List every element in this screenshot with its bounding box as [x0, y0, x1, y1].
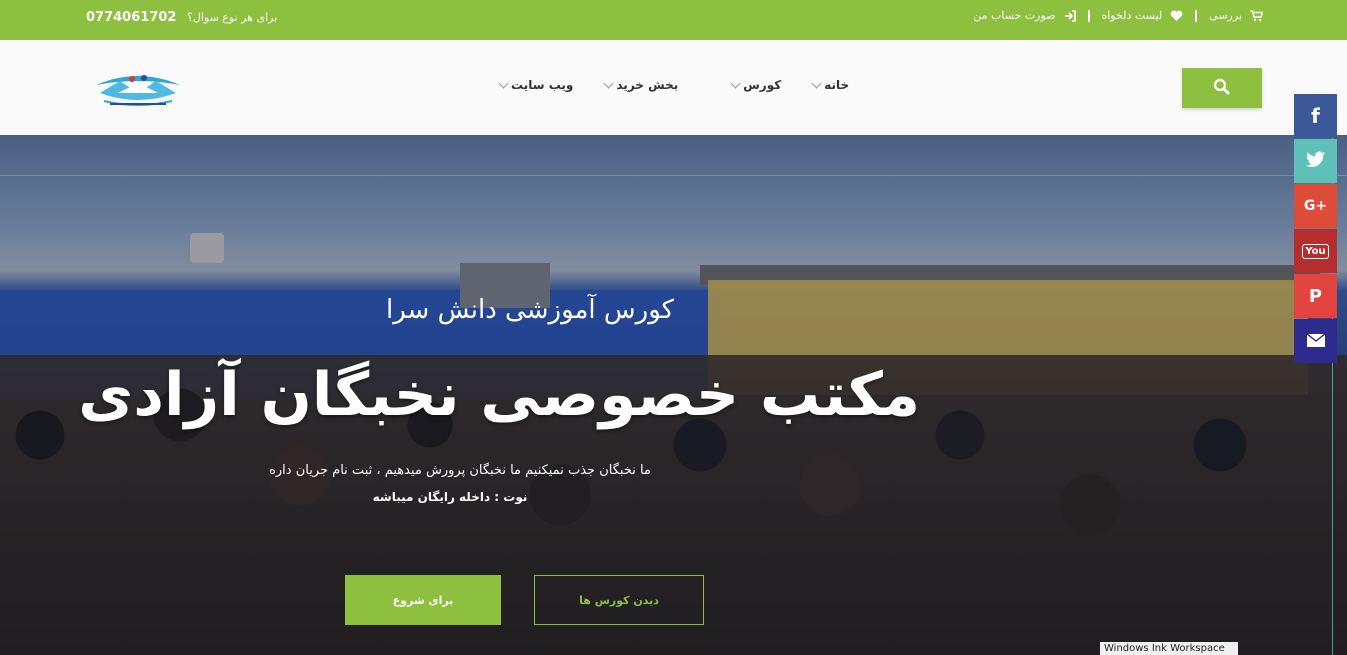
sign-in-icon: [1064, 9, 1076, 22]
chevron-down-icon: [730, 78, 741, 88]
chevron-down-icon: [603, 78, 614, 88]
cart-icon: [1250, 9, 1263, 22]
checkout-label: بررسی: [1209, 9, 1242, 22]
youtube-icon: You: [1302, 243, 1329, 259]
main-navigation: خانه کورس بخش خرید ویب سایت: [498, 78, 850, 92]
divider: [1195, 9, 1198, 22]
account-links: صورت حساب من لیست دلخواه بررسی: [973, 9, 1263, 22]
search-icon: [1213, 78, 1231, 99]
chevron-down-icon: [811, 78, 822, 88]
nav-item-course[interactable]: کورس: [730, 78, 782, 92]
hero-subtitle: کورس آموزشی دانش سرا: [385, 295, 675, 325]
divider: [1087, 9, 1090, 22]
start-button[interactable]: برای شروع: [345, 575, 501, 625]
phone-number: 0774061702: [86, 10, 177, 25]
nav-item-label: بخش خرید: [616, 78, 679, 92]
pinterest-share-button[interactable]: P: [1294, 274, 1337, 318]
googleplus-share-button[interactable]: G+: [1294, 184, 1337, 228]
envelope-icon: [1306, 332, 1325, 351]
facebook-icon: f: [1311, 104, 1320, 128]
account-link-wishlist[interactable]: لیست دلخواه: [1102, 9, 1184, 22]
contact-phone[interactable]: 0774061702 برای هر نوع سوال؟: [86, 10, 277, 25]
heart-icon: [1170, 10, 1183, 22]
hero-description: ما نخبگان جذب نمیکنیم ما نخبگان پرورش می…: [269, 463, 651, 478]
googleplus-icon: G+: [1303, 198, 1328, 214]
nav-item-website[interactable]: ویب سایت: [498, 78, 574, 92]
youtube-share-button[interactable]: You: [1294, 229, 1337, 273]
view-courses-button[interactable]: دیدن کورس ها: [534, 575, 704, 625]
top-bar: 0774061702 برای هر نوع سوال؟ صورت حساب م…: [0, 0, 1347, 40]
facebook-share-button[interactable]: f: [1294, 94, 1337, 138]
ink-workspace-tooltip: Windows Ink Workspace: [1100, 642, 1238, 655]
twitter-icon: [1305, 151, 1326, 171]
contact-question: برای هر نوع سوال؟: [187, 11, 278, 24]
my-account-label: صورت حساب من: [973, 9, 1056, 22]
account-link-checkout[interactable]: بررسی: [1209, 9, 1263, 22]
email-share-button[interactable]: [1294, 319, 1337, 363]
hero-title: مکتب خصوصی نخبگان آزادی: [78, 360, 920, 430]
hero-note: نوت : داخله رایگان میباشه: [372, 490, 528, 504]
wishlist-label: لیست دلخواه: [1101, 9, 1163, 22]
social-share-bar: f G+ You P: [1294, 94, 1337, 364]
site-header: خانه کورس بخش خرید ویب سایت: [0, 40, 1347, 135]
hero-guide-line: [0, 175, 1347, 176]
chevron-down-icon: [498, 78, 509, 88]
site-logo[interactable]: [90, 63, 186, 111]
nav-item-label: خانه: [824, 78, 850, 92]
nav-item-shop[interactable]: بخش خرید: [603, 78, 679, 92]
twitter-share-button[interactable]: [1294, 139, 1337, 183]
nav-item-home[interactable]: خانه: [811, 78, 850, 92]
nav-item-label: کورس: [743, 78, 782, 92]
search-button[interactable]: [1182, 68, 1262, 108]
pinterest-icon: P: [1308, 285, 1323, 307]
hero-banner: کورس آموزشی دانش سرا مکتب خصوصی نخبگان آ…: [0, 135, 1347, 655]
nav-item-label: ویب سایت: [511, 78, 574, 92]
account-link-my-account[interactable]: صورت حساب من: [973, 9, 1076, 22]
